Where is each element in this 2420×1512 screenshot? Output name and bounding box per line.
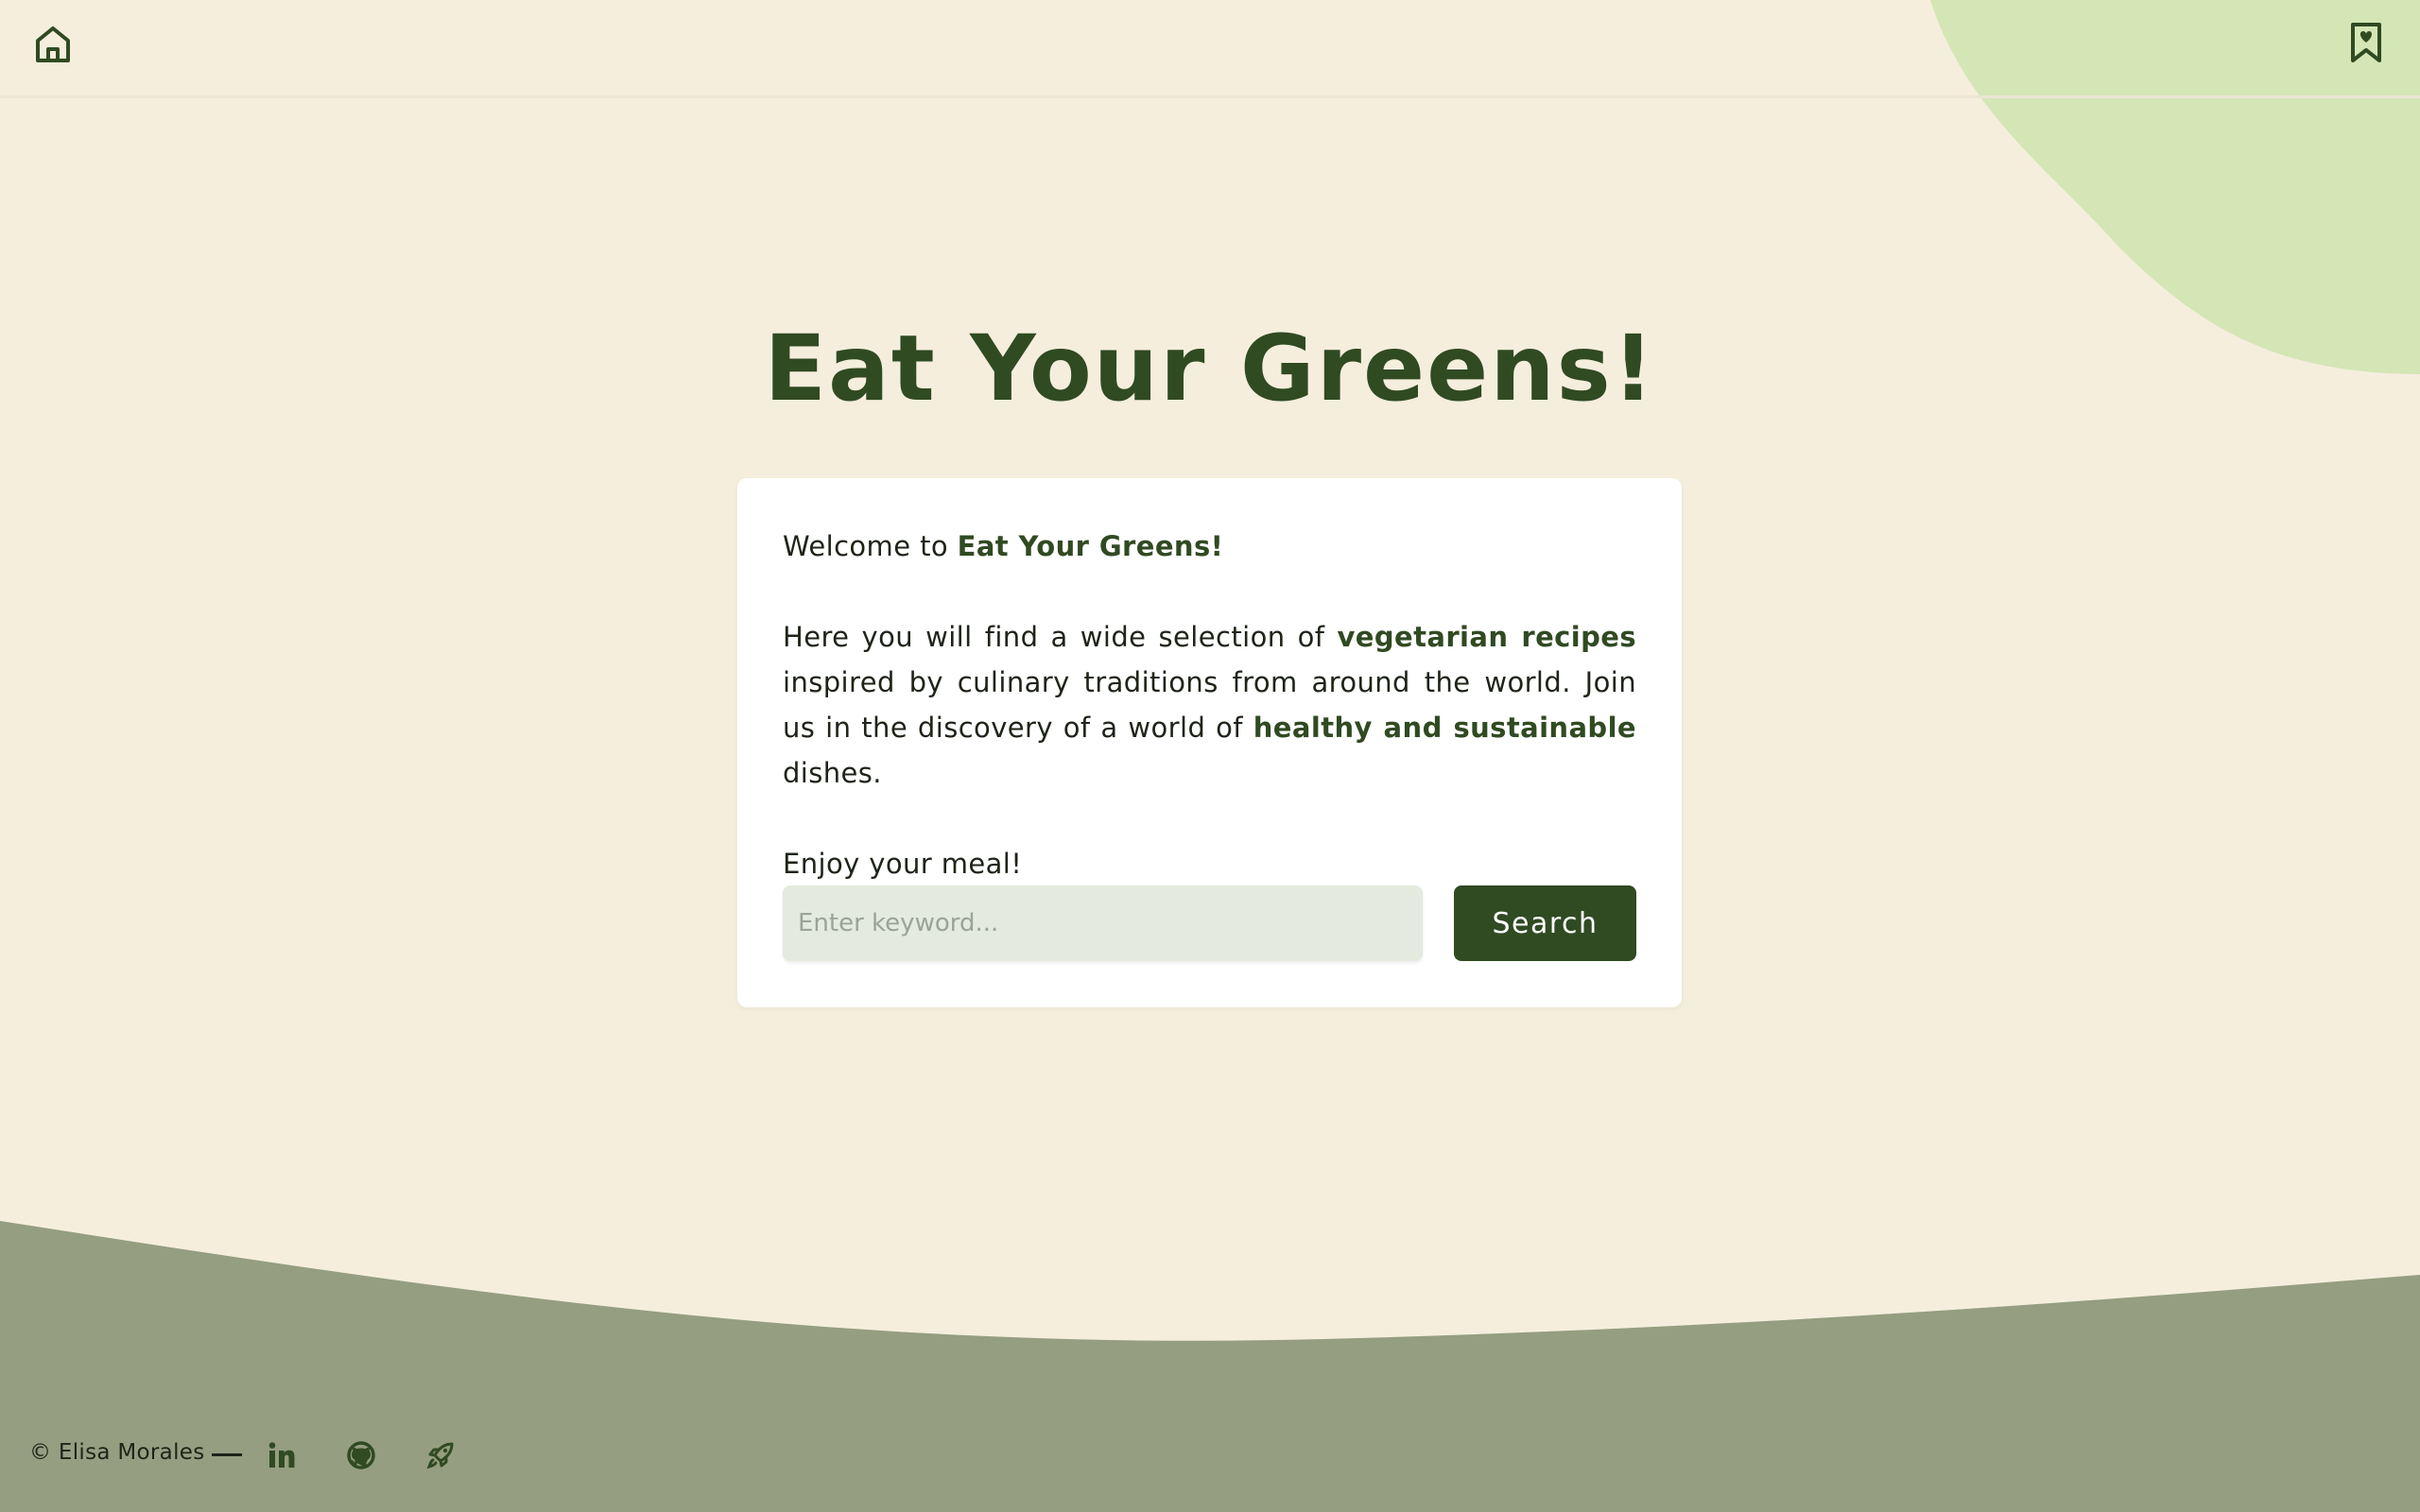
intro-highlight-healthy: healthy and sustainable — [1253, 712, 1636, 744]
closing-text: Enjoy your meal! — [783, 848, 1023, 880]
intro-part3: dishes. — [783, 757, 882, 789]
intro-text: Here you will find a wide selection of v… — [783, 614, 1636, 796]
saved-recipes-button[interactable] — [2342, 19, 2390, 66]
portfolio-link[interactable] — [422, 1436, 459, 1474]
welcome-brand: Eat Your Greens! — [957, 530, 1224, 562]
welcome-card: Welcome to Eat Your Greens! Here you wil… — [737, 478, 1682, 1007]
top-nav — [0, 0, 2420, 98]
linkedin-icon — [268, 1442, 295, 1468]
copyright-text: © Elisa Morales — [29, 1440, 205, 1465]
search-button[interactable]: Search — [1454, 885, 1636, 961]
github-link[interactable] — [342, 1436, 380, 1474]
divider-dash — [212, 1453, 242, 1456]
search-input[interactable] — [783, 885, 1423, 961]
linkedin-link[interactable] — [263, 1436, 301, 1474]
bookmark-heart-icon — [2351, 23, 2381, 62]
github-icon — [347, 1441, 375, 1469]
search-form: Search — [783, 885, 1636, 961]
rocket-icon — [426, 1442, 454, 1469]
intro-part1: Here you will find a wide selection of — [783, 621, 1338, 653]
page-title: Eat Your Greens! — [764, 316, 1656, 421]
footer: © Elisa Morales — [0, 1418, 2420, 1493]
intro-highlight-vegetarian: vegetarian recipes — [1337, 621, 1636, 653]
home-button[interactable] — [29, 21, 77, 68]
welcome-prefix: Welcome to — [783, 530, 958, 562]
home-icon — [36, 26, 70, 62]
welcome-text: Welcome to Eat Your Greens! — [783, 524, 1636, 569]
